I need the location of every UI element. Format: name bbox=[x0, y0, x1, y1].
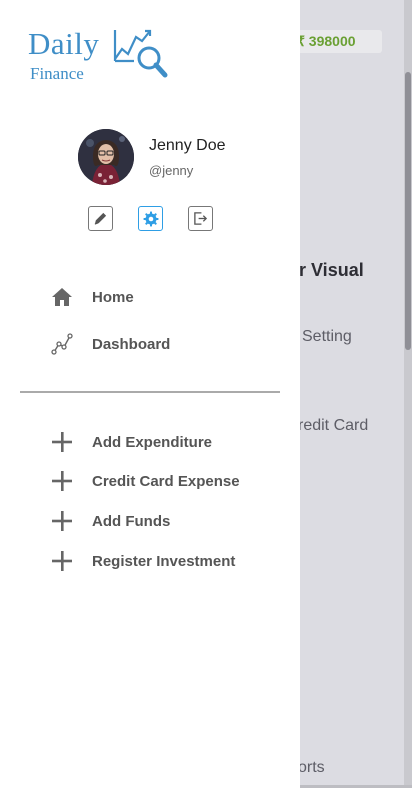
quick-action-label: Register Investment bbox=[92, 552, 236, 570]
quick-action-label: Add Expenditure bbox=[92, 433, 213, 451]
plus-icon bbox=[50, 549, 74, 573]
settings-button[interactable] bbox=[138, 206, 163, 231]
background-setting-text[interactable]: Setting bbox=[302, 328, 352, 346]
logout-icon bbox=[194, 212, 208, 225]
credit-card-expense-button[interactable]: Credit Card Expense bbox=[50, 467, 240, 495]
nav-item-home[interactable]: Home bbox=[50, 283, 134, 311]
quick-action-label: Credit Card Expense bbox=[92, 472, 240, 490]
add-funds-button[interactable]: Add Funds bbox=[50, 507, 170, 535]
edit-profile-button[interactable] bbox=[88, 206, 113, 231]
avatar[interactable] bbox=[78, 129, 134, 185]
logout-button[interactable] bbox=[188, 206, 213, 231]
logo-graph-icon bbox=[113, 29, 168, 78]
plus-icon bbox=[50, 430, 74, 454]
pencil-icon bbox=[94, 212, 107, 225]
user-name: Jenny Doe bbox=[149, 137, 226, 154]
add-expenditure-button[interactable]: Add Expenditure bbox=[50, 428, 212, 456]
logo-text-daily: Daily bbox=[28, 26, 100, 61]
balance-badge: ₹ 398000 bbox=[286, 30, 382, 53]
plus-icon bbox=[50, 469, 74, 493]
nav-item-label: Dashboard bbox=[92, 335, 171, 353]
logo-text-finance: Finance bbox=[30, 64, 84, 83]
register-investment-button[interactable]: Register Investment bbox=[50, 547, 235, 575]
gear-icon bbox=[143, 211, 158, 226]
navigation-drawer: Daily Finance Jenny Doe @jenny Home Dash… bbox=[0, 0, 300, 788]
nav-item-dashboard[interactable]: Dashboard bbox=[50, 330, 170, 358]
nav-item-label: Home bbox=[92, 288, 134, 306]
background-credit-card-text[interactable]: redit Card bbox=[298, 417, 368, 435]
background-heading: r Visual bbox=[299, 260, 364, 280]
scrollbar-thumb[interactable] bbox=[405, 72, 411, 350]
background-reports-text[interactable]: orts bbox=[298, 759, 325, 777]
plus-icon bbox=[50, 509, 74, 533]
app-logo[interactable]: Daily Finance bbox=[28, 26, 170, 84]
home-icon bbox=[50, 285, 74, 309]
user-handle: @jenny bbox=[149, 163, 194, 178]
quick-action-label: Add Funds bbox=[92, 512, 171, 530]
avatar-photo bbox=[78, 129, 134, 185]
divider bbox=[20, 391, 280, 393]
chart-line-icon bbox=[50, 332, 74, 356]
